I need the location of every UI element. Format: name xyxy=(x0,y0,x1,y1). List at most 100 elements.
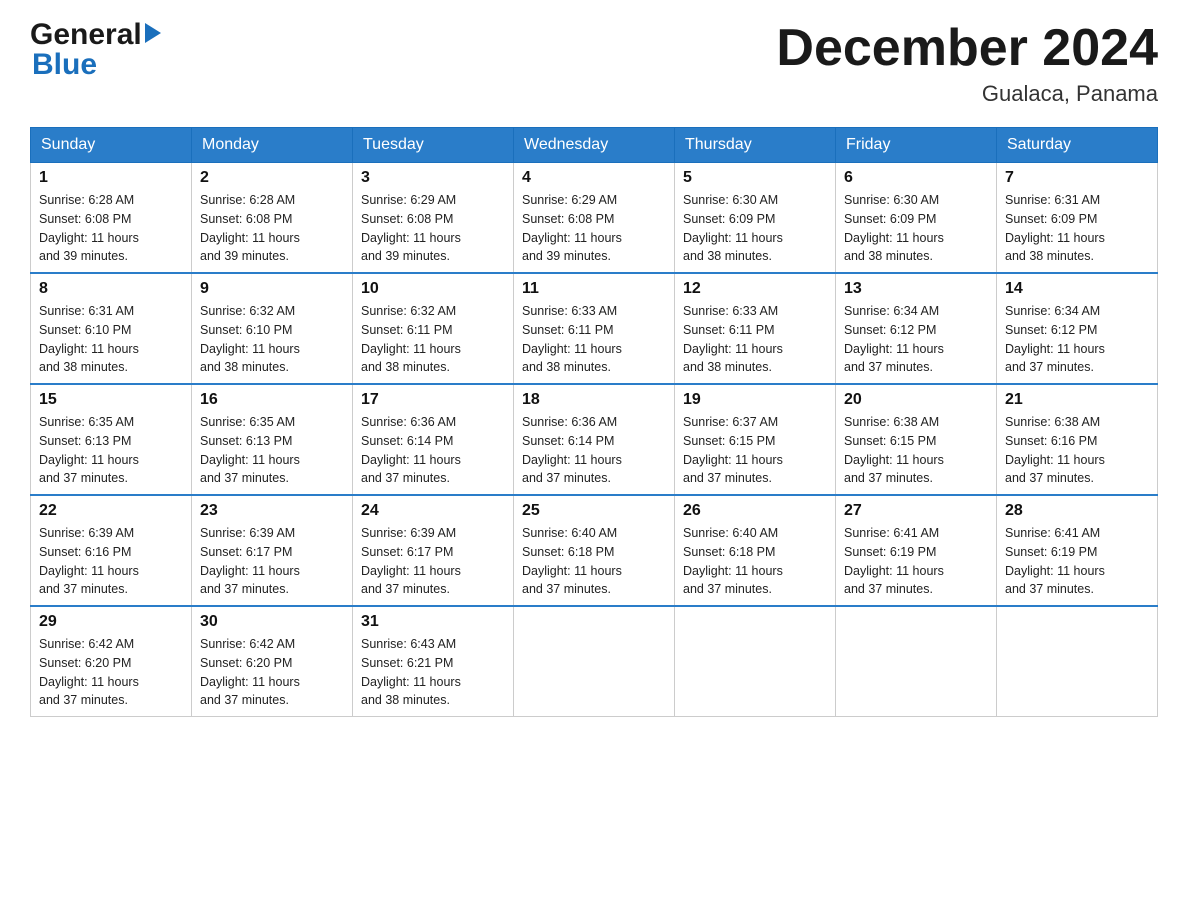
day-number: 31 xyxy=(361,613,505,631)
day-info: Sunrise: 6:39 AM Sunset: 6:17 PM Dayligh… xyxy=(200,524,344,599)
day-info: Sunrise: 6:33 AM Sunset: 6:11 PM Dayligh… xyxy=(683,302,827,377)
page-header: General Blue December 2024 Gualaca, Pana… xyxy=(30,20,1158,107)
day-number: 28 xyxy=(1005,502,1149,520)
day-number: 2 xyxy=(200,169,344,187)
day-number: 3 xyxy=(361,169,505,187)
calendar-cell: 30 Sunrise: 6:42 AM Sunset: 6:20 PM Dayl… xyxy=(192,606,353,717)
day-number: 20 xyxy=(844,391,988,409)
calendar-cell: 20 Sunrise: 6:38 AM Sunset: 6:15 PM Dayl… xyxy=(836,384,997,495)
day-info: Sunrise: 6:38 AM Sunset: 6:16 PM Dayligh… xyxy=(1005,413,1149,488)
calendar-cell: 2 Sunrise: 6:28 AM Sunset: 6:08 PM Dayli… xyxy=(192,163,353,274)
day-number: 21 xyxy=(1005,391,1149,409)
calendar-week-row: 22 Sunrise: 6:39 AM Sunset: 6:16 PM Dayl… xyxy=(31,495,1158,606)
day-number: 15 xyxy=(39,391,183,409)
weekday-header-thursday: Thursday xyxy=(675,128,836,163)
day-info: Sunrise: 6:31 AM Sunset: 6:10 PM Dayligh… xyxy=(39,302,183,377)
day-number: 6 xyxy=(844,169,988,187)
day-info: Sunrise: 6:30 AM Sunset: 6:09 PM Dayligh… xyxy=(683,191,827,266)
day-info: Sunrise: 6:33 AM Sunset: 6:11 PM Dayligh… xyxy=(522,302,666,377)
day-info: Sunrise: 6:41 AM Sunset: 6:19 PM Dayligh… xyxy=(844,524,988,599)
calendar-cell: 10 Sunrise: 6:32 AM Sunset: 6:11 PM Dayl… xyxy=(353,273,514,384)
day-number: 24 xyxy=(361,502,505,520)
day-info: Sunrise: 6:42 AM Sunset: 6:20 PM Dayligh… xyxy=(39,635,183,710)
weekday-header-monday: Monday xyxy=(192,128,353,163)
calendar-table: SundayMondayTuesdayWednesdayThursdayFrid… xyxy=(30,127,1158,717)
day-number: 22 xyxy=(39,502,183,520)
day-info: Sunrise: 6:35 AM Sunset: 6:13 PM Dayligh… xyxy=(39,413,183,488)
calendar-cell xyxy=(997,606,1158,717)
month-title: December 2024 xyxy=(776,20,1158,77)
calendar-cell: 4 Sunrise: 6:29 AM Sunset: 6:08 PM Dayli… xyxy=(514,163,675,274)
day-info: Sunrise: 6:30 AM Sunset: 6:09 PM Dayligh… xyxy=(844,191,988,266)
logo-blue-text: Blue xyxy=(32,48,97,81)
weekday-header-friday: Friday xyxy=(836,128,997,163)
day-number: 1 xyxy=(39,169,183,187)
calendar-cell: 19 Sunrise: 6:37 AM Sunset: 6:15 PM Dayl… xyxy=(675,384,836,495)
calendar-week-row: 1 Sunrise: 6:28 AM Sunset: 6:08 PM Dayli… xyxy=(31,163,1158,274)
day-info: Sunrise: 6:42 AM Sunset: 6:20 PM Dayligh… xyxy=(200,635,344,710)
day-info: Sunrise: 6:39 AM Sunset: 6:16 PM Dayligh… xyxy=(39,524,183,599)
day-info: Sunrise: 6:32 AM Sunset: 6:11 PM Dayligh… xyxy=(361,302,505,377)
logo-arrow-icon xyxy=(145,23,161,43)
day-number: 5 xyxy=(683,169,827,187)
weekday-header-saturday: Saturday xyxy=(997,128,1158,163)
day-info: Sunrise: 6:29 AM Sunset: 6:08 PM Dayligh… xyxy=(361,191,505,266)
calendar-cell: 27 Sunrise: 6:41 AM Sunset: 6:19 PM Dayl… xyxy=(836,495,997,606)
day-number: 23 xyxy=(200,502,344,520)
calendar-cell: 14 Sunrise: 6:34 AM Sunset: 6:12 PM Dayl… xyxy=(997,273,1158,384)
day-number: 30 xyxy=(200,613,344,631)
calendar-cell: 12 Sunrise: 6:33 AM Sunset: 6:11 PM Dayl… xyxy=(675,273,836,384)
day-number: 29 xyxy=(39,613,183,631)
calendar-cell: 8 Sunrise: 6:31 AM Sunset: 6:10 PM Dayli… xyxy=(31,273,192,384)
calendar-cell: 25 Sunrise: 6:40 AM Sunset: 6:18 PM Dayl… xyxy=(514,495,675,606)
day-info: Sunrise: 6:34 AM Sunset: 6:12 PM Dayligh… xyxy=(1005,302,1149,377)
calendar-cell: 15 Sunrise: 6:35 AM Sunset: 6:13 PM Dayl… xyxy=(31,384,192,495)
calendar-cell: 17 Sunrise: 6:36 AM Sunset: 6:14 PM Dayl… xyxy=(353,384,514,495)
day-number: 10 xyxy=(361,280,505,298)
logo-general-text: General xyxy=(30,20,142,50)
calendar-cell: 28 Sunrise: 6:41 AM Sunset: 6:19 PM Dayl… xyxy=(997,495,1158,606)
weekday-header-sunday: Sunday xyxy=(31,128,192,163)
weekday-header-tuesday: Tuesday xyxy=(353,128,514,163)
day-number: 8 xyxy=(39,280,183,298)
day-info: Sunrise: 6:28 AM Sunset: 6:08 PM Dayligh… xyxy=(200,191,344,266)
calendar-cell: 26 Sunrise: 6:40 AM Sunset: 6:18 PM Dayl… xyxy=(675,495,836,606)
calendar-cell: 22 Sunrise: 6:39 AM Sunset: 6:16 PM Dayl… xyxy=(31,495,192,606)
day-info: Sunrise: 6:35 AM Sunset: 6:13 PM Dayligh… xyxy=(200,413,344,488)
day-info: Sunrise: 6:39 AM Sunset: 6:17 PM Dayligh… xyxy=(361,524,505,599)
day-number: 12 xyxy=(683,280,827,298)
weekday-header-wednesday: Wednesday xyxy=(514,128,675,163)
calendar-cell: 13 Sunrise: 6:34 AM Sunset: 6:12 PM Dayl… xyxy=(836,273,997,384)
day-number: 9 xyxy=(200,280,344,298)
calendar-cell xyxy=(836,606,997,717)
day-number: 19 xyxy=(683,391,827,409)
calendar-week-row: 15 Sunrise: 6:35 AM Sunset: 6:13 PM Dayl… xyxy=(31,384,1158,495)
day-info: Sunrise: 6:40 AM Sunset: 6:18 PM Dayligh… xyxy=(522,524,666,599)
day-info: Sunrise: 6:43 AM Sunset: 6:21 PM Dayligh… xyxy=(361,635,505,710)
day-number: 18 xyxy=(522,391,666,409)
calendar-week-row: 29 Sunrise: 6:42 AM Sunset: 6:20 PM Dayl… xyxy=(31,606,1158,717)
calendar-week-row: 8 Sunrise: 6:31 AM Sunset: 6:10 PM Dayli… xyxy=(31,273,1158,384)
day-info: Sunrise: 6:31 AM Sunset: 6:09 PM Dayligh… xyxy=(1005,191,1149,266)
day-info: Sunrise: 6:34 AM Sunset: 6:12 PM Dayligh… xyxy=(844,302,988,377)
day-info: Sunrise: 6:28 AM Sunset: 6:08 PM Dayligh… xyxy=(39,191,183,266)
day-info: Sunrise: 6:36 AM Sunset: 6:14 PM Dayligh… xyxy=(522,413,666,488)
calendar-cell xyxy=(514,606,675,717)
day-info: Sunrise: 6:36 AM Sunset: 6:14 PM Dayligh… xyxy=(361,413,505,488)
day-number: 7 xyxy=(1005,169,1149,187)
calendar-cell xyxy=(675,606,836,717)
day-number: 25 xyxy=(522,502,666,520)
calendar-cell: 24 Sunrise: 6:39 AM Sunset: 6:17 PM Dayl… xyxy=(353,495,514,606)
day-number: 26 xyxy=(683,502,827,520)
day-info: Sunrise: 6:29 AM Sunset: 6:08 PM Dayligh… xyxy=(522,191,666,266)
calendar-cell: 23 Sunrise: 6:39 AM Sunset: 6:17 PM Dayl… xyxy=(192,495,353,606)
calendar-cell: 9 Sunrise: 6:32 AM Sunset: 6:10 PM Dayli… xyxy=(192,273,353,384)
day-info: Sunrise: 6:40 AM Sunset: 6:18 PM Dayligh… xyxy=(683,524,827,599)
location-label: Gualaca, Panama xyxy=(776,81,1158,107)
calendar-cell: 3 Sunrise: 6:29 AM Sunset: 6:08 PM Dayli… xyxy=(353,163,514,274)
day-info: Sunrise: 6:32 AM Sunset: 6:10 PM Dayligh… xyxy=(200,302,344,377)
day-info: Sunrise: 6:38 AM Sunset: 6:15 PM Dayligh… xyxy=(844,413,988,488)
calendar-cell: 5 Sunrise: 6:30 AM Sunset: 6:09 PM Dayli… xyxy=(675,163,836,274)
day-info: Sunrise: 6:41 AM Sunset: 6:19 PM Dayligh… xyxy=(1005,524,1149,599)
calendar-cell: 18 Sunrise: 6:36 AM Sunset: 6:14 PM Dayl… xyxy=(514,384,675,495)
